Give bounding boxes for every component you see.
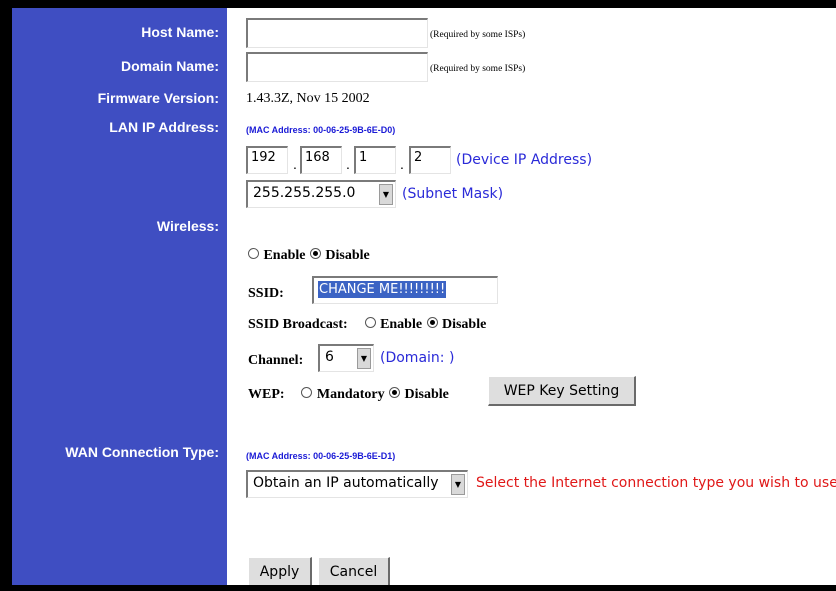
chevron-down-icon: ▼: [357, 348, 371, 369]
host-name-note: (Required by some ISPs): [430, 30, 526, 40]
lan-ip-octet-2[interactable]: 168: [300, 146, 342, 174]
channel-select[interactable]: 6 ▼: [318, 344, 374, 372]
subnet-mask-value: 255.255.255.0: [253, 185, 356, 201]
ssid-broadcast-label: SSID Broadcast:: [248, 317, 348, 332]
channel-value: 6: [325, 349, 334, 365]
wan-connection-hint: Select the Internet connection type you …: [476, 475, 836, 491]
firmware-version-value: 1.43.3Z, Nov 15 2002: [246, 91, 370, 106]
wep-mandatory-radio[interactable]: [301, 387, 313, 398]
wan-mac-address: (MAC Address: 00-06-25-9B-6E-D1): [246, 451, 396, 461]
lan-ip-address-label: LAN IP Address:: [109, 119, 219, 135]
ip-dot-2: .: [346, 156, 350, 172]
ssid-broadcast-enable-label: Enable: [380, 317, 423, 332]
domain-name-note: (Required by some ISPs): [430, 64, 526, 74]
bottom-border: [0, 585, 836, 591]
wep-row: WEP: Mandatory Disable: [248, 385, 449, 403]
device-ip-note: (Device IP Address): [456, 152, 593, 168]
wireless-radio-group: Enable Disable: [248, 246, 370, 264]
wireless-enable-radio[interactable]: [248, 248, 259, 259]
ssid-broadcast-row: SSID Broadcast: Enable Disable: [248, 315, 486, 333]
subnet-mask-note: (Subnet Mask): [402, 186, 504, 202]
domain-note: (Domain: ): [380, 350, 455, 366]
wan-connection-type-label: WAN Connection Type:: [65, 444, 219, 460]
wan-connection-type-select[interactable]: Obtain an IP automatically ▼: [246, 470, 468, 498]
ip-dot-3: .: [400, 156, 404, 172]
lan-ip-octet-4[interactable]: 2: [409, 146, 451, 174]
domain-name-input[interactable]: [246, 52, 428, 82]
label-column: Host Name: Domain Name: Firmware Version…: [12, 8, 227, 585]
ip-dot-1: .: [293, 156, 297, 172]
left-border: [0, 0, 12, 591]
top-border: [0, 0, 836, 8]
wep-disable-label: Disable: [404, 387, 449, 402]
ssid-broadcast-disable-label: Disable: [441, 317, 487, 332]
lan-ip-octet-3[interactable]: 1: [354, 146, 396, 174]
chevron-down-icon: ▼: [379, 184, 393, 205]
wep-key-setting-button[interactable]: WEP Key Setting: [488, 376, 636, 406]
lan-mac-address: (MAC Address: 00-06-25-9B-6E-D0): [246, 125, 396, 135]
wireless-enable-label: Enable: [263, 248, 306, 263]
wep-label: WEP:: [248, 387, 285, 402]
firmware-version-label: Firmware Version:: [97, 90, 219, 106]
subnet-mask-select[interactable]: 255.255.255.0 ▼: [246, 180, 396, 208]
host-name-label: Host Name:: [141, 24, 219, 40]
router-setup-page: Host Name: Domain Name: Firmware Version…: [0, 0, 836, 591]
wep-disable-radio[interactable]: [389, 387, 401, 398]
channel-label: Channel:: [248, 353, 304, 368]
ssid-broadcast-enable-radio[interactable]: [364, 317, 376, 328]
cancel-button[interactable]: Cancel: [318, 557, 390, 587]
wireless-disable-label: Disable: [325, 248, 370, 263]
domain-name-label: Domain Name:: [120, 58, 219, 74]
apply-button[interactable]: Apply: [248, 557, 312, 587]
ssid-label: SSID:: [248, 286, 284, 301]
settings-panel: (Required by some ISPs) (Required by som…: [230, 8, 836, 587]
ssid-broadcast-disable-radio[interactable]: [426, 317, 438, 328]
ssid-input[interactable]: CHANGE ME!!!!!!!!!: [312, 276, 498, 304]
ssid-value: CHANGE ME!!!!!!!!!: [318, 281, 447, 298]
wan-connection-type-value: Obtain an IP automatically: [253, 475, 439, 491]
chevron-down-icon: ▼: [451, 474, 465, 495]
wireless-disable-radio[interactable]: [309, 248, 321, 259]
lan-ip-octet-1[interactable]: 192: [246, 146, 288, 174]
wireless-label: Wireless:: [156, 218, 219, 234]
wep-mandatory-label: Mandatory: [316, 387, 385, 402]
host-name-input[interactable]: [246, 18, 428, 48]
